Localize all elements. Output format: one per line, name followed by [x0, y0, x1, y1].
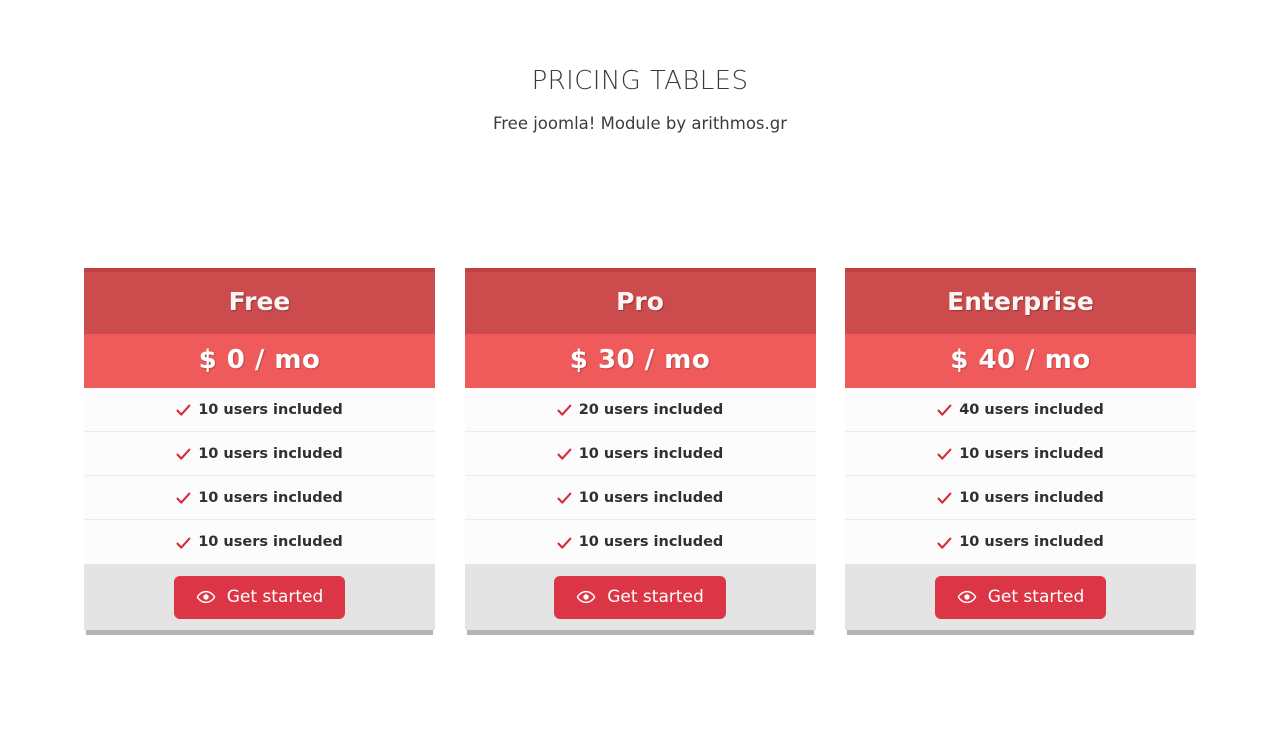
list-item: 10 users included: [84, 476, 435, 520]
page-title: PRICING TABLES: [531, 66, 749, 96]
check-icon: [937, 536, 952, 551]
plan-footer: Get started: [84, 564, 435, 630]
list-item: 10 users included: [84, 388, 435, 432]
check-icon: [557, 447, 572, 462]
pricing-card-enterprise: Enterprise $ 40 / mo 40 users included 1…: [845, 268, 1196, 635]
check-icon: [937, 447, 952, 462]
list-item: 10 users included: [464, 476, 816, 520]
card-shadow-bar: [466, 630, 814, 635]
plan-footer: Get started: [464, 564, 816, 630]
eye-icon: [957, 587, 977, 607]
list-item: 10 users included: [845, 432, 1196, 476]
plan-header: Free: [84, 268, 435, 334]
plan-header: Enterprise: [845, 268, 1196, 334]
check-icon: [176, 447, 191, 462]
plan-price: $ 0 / mo: [198, 345, 321, 375]
feature-label: 20 users included: [578, 401, 724, 418]
plan-name: Enterprise: [947, 287, 1094, 316]
get-started-label: Get started: [226, 587, 324, 607]
feature-label: 40 users included: [959, 401, 1104, 418]
pricing-card-free: Free $ 0 / mo 10 users included 10 users…: [84, 268, 435, 635]
get-started-button[interactable]: Get started: [934, 575, 1107, 619]
plan-name: Free: [228, 287, 291, 316]
feature-label: 10 users included: [959, 445, 1104, 462]
check-icon: [937, 491, 952, 506]
list-item: 10 users included: [464, 520, 816, 564]
pricing-card-pro: Pro $ 30 / mo 20 users included 10 users…: [464, 268, 816, 635]
check-icon: [176, 491, 191, 506]
page-heading: PRICING TABLES Free joomla! Module by ar…: [0, 62, 1280, 136]
list-item: 10 users included: [845, 476, 1196, 520]
list-item: 10 users included: [84, 520, 435, 564]
check-icon: [937, 403, 952, 418]
eye-icon: [196, 587, 216, 607]
list-item: 10 users included: [464, 432, 816, 476]
check-icon: [557, 403, 572, 418]
plan-price-band: $ 0 / mo: [84, 334, 435, 388]
plan-price: $ 40 / mo: [950, 345, 1091, 375]
plan-name: Pro: [616, 287, 664, 316]
feature-label: 10 users included: [198, 489, 343, 506]
plan-price-band: $ 40 / mo: [845, 334, 1196, 388]
feature-label: 10 users included: [578, 445, 724, 462]
plan-footer: Get started: [845, 564, 1196, 630]
pricing-cards-row: Free $ 0 / mo 10 users included 10 users…: [84, 268, 1196, 635]
plan-price: $ 30 / mo: [569, 345, 711, 375]
feature-label: 10 users included: [959, 489, 1104, 506]
feature-label: 10 users included: [959, 534, 1104, 550]
feature-label: 10 users included: [198, 401, 343, 418]
check-icon: [176, 403, 191, 418]
feature-list: 40 users included 10 users included 10 u…: [845, 388, 1196, 564]
list-item: 20 users included: [464, 388, 816, 432]
check-icon: [557, 491, 572, 506]
list-item: 40 users included: [845, 388, 1196, 432]
get-started-label: Get started: [607, 587, 704, 607]
feature-label: 10 users included: [198, 534, 343, 550]
list-item: 10 users included: [845, 520, 1196, 564]
card-shadow-bar: [847, 630, 1194, 635]
eye-icon: [576, 587, 596, 607]
pricing-page: PRICING TABLES Free joomla! Module by ar…: [0, 0, 1280, 756]
feature-label: 10 users included: [578, 534, 724, 550]
feature-label: 10 users included: [578, 489, 724, 506]
check-icon: [557, 536, 572, 551]
get-started-button[interactable]: Get started: [173, 575, 346, 619]
card-shadow-bar: [86, 630, 433, 635]
page-subtitle: Free joomla! Module by arithmos.gr: [492, 114, 788, 133]
feature-list: 20 users included 10 users included 10 u…: [464, 388, 816, 564]
get-started-button[interactable]: Get started: [554, 575, 726, 619]
feature-label: 10 users included: [198, 445, 343, 462]
get-started-label: Get started: [987, 587, 1085, 607]
plan-header: Pro: [464, 268, 816, 334]
check-icon: [176, 536, 191, 551]
list-item: 10 users included: [84, 432, 435, 476]
feature-list: 10 users included 10 users included 10 u…: [84, 388, 435, 564]
plan-price-band: $ 30 / mo: [464, 334, 816, 388]
